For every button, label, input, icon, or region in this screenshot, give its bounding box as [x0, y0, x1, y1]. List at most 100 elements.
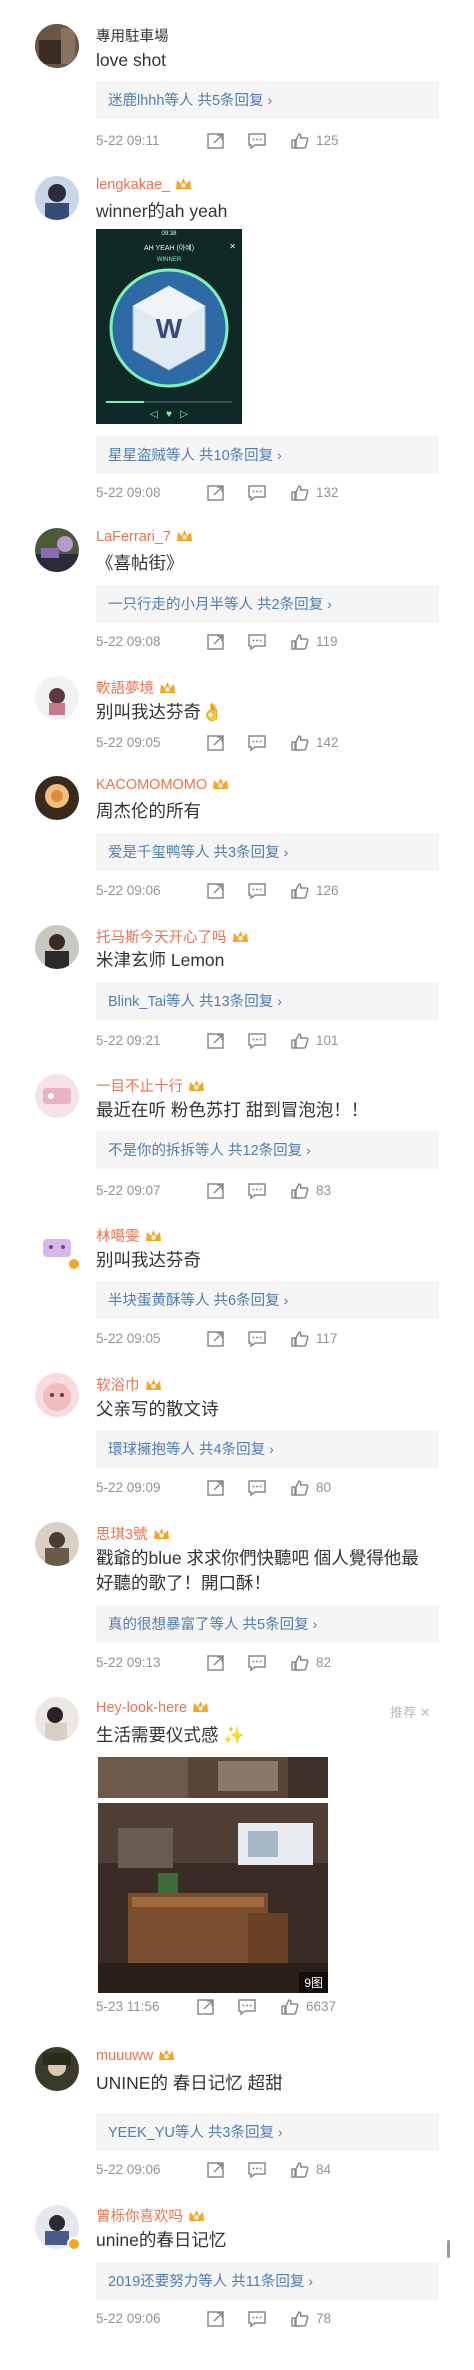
reply-count[interactable]: 等人 共3条回复 — [175, 2125, 274, 2141]
like-icon[interactable] — [290, 1654, 310, 1672]
replies-box[interactable]: 真的很想暴富了等人 共5条回复 › — [96, 1605, 439, 1643]
like-icon[interactable] — [290, 1032, 310, 1050]
like-count[interactable]: 6637 — [306, 1996, 336, 2018]
reply-author[interactable]: 環球擁抱 — [108, 1442, 166, 1458]
reply-count[interactable]: 等人 共11条回复 — [198, 2274, 304, 2290]
share-icon[interactable] — [206, 2161, 226, 2179]
username[interactable]: lengkakae_ — [96, 177, 192, 193]
avatar[interactable] — [35, 1373, 79, 1417]
username[interactable]: 林噶雯 — [96, 1225, 162, 1246]
username-text[interactable]: Hey-look-here — [96, 1700, 187, 1716]
comment-icon[interactable] — [247, 1032, 267, 1050]
username[interactable]: KACOMOMOMO — [96, 777, 229, 793]
like-icon[interactable] — [290, 1479, 310, 1497]
reply-author[interactable]: 2019还要努力 — [108, 2274, 198, 2290]
avatar[interactable] — [35, 925, 79, 969]
like-count[interactable]: 117 — [316, 1328, 338, 1350]
reply-author[interactable]: 爱是千玺鸭 — [108, 845, 181, 861]
scrollbar[interactable] — [447, 2240, 450, 2258]
like-count[interactable]: 125 — [316, 130, 339, 152]
avatar[interactable] — [35, 176, 79, 220]
share-icon[interactable] — [206, 633, 226, 651]
username-text[interactable]: KACOMOMOMO — [96, 777, 207, 793]
comment-icon[interactable] — [247, 734, 267, 752]
username[interactable]: LaFerrari_7 — [96, 529, 193, 545]
reply-author[interactable]: 半块蛋黄酥 — [108, 1293, 181, 1309]
attached-image-main[interactable]: 9图 — [98, 1803, 328, 1993]
like-icon[interactable] — [280, 1998, 300, 2016]
reply-count[interactable]: 等人 共5条回复 — [210, 1617, 309, 1633]
username[interactable]: 專用駐車場 — [96, 25, 169, 46]
comment-icon[interactable] — [247, 2310, 267, 2328]
replies-box[interactable]: 2019还要努力等人 共11条回复 › — [96, 2262, 439, 2300]
like-count[interactable]: 101 — [316, 1030, 339, 1052]
comment-icon[interactable] — [247, 132, 267, 150]
reply-author[interactable]: 星星盗贼 — [108, 448, 166, 464]
avatar[interactable] — [35, 676, 79, 720]
share-icon[interactable] — [206, 1182, 226, 1200]
share-icon[interactable] — [206, 1479, 226, 1497]
reply-author[interactable]: YEEK_YU — [108, 2125, 175, 2141]
like-count[interactable]: 132 — [316, 482, 339, 504]
avatar[interactable] — [35, 24, 79, 68]
comment-icon[interactable] — [247, 1330, 267, 1348]
share-icon[interactable] — [206, 484, 226, 502]
username-text[interactable]: lengkakae_ — [96, 177, 170, 193]
like-count[interactable]: 119 — [316, 631, 338, 653]
reply-count[interactable]: 等人 共4条回复 — [166, 1442, 265, 1458]
reply-count[interactable]: 等人 共12条回复 — [195, 1143, 302, 1159]
replies-box[interactable]: 一只行走的小月半等人 共2条回复 › — [96, 585, 439, 623]
replies-box[interactable]: 環球擁抱等人 共4条回复 › — [96, 1430, 439, 1468]
reply-author[interactable]: 不是你的拆拆 — [108, 1143, 195, 1159]
share-icon[interactable] — [206, 132, 226, 150]
reply-count[interactable]: 等人 共3条回复 — [181, 845, 280, 861]
username[interactable]: 软浴巾 — [96, 1374, 162, 1395]
share-icon[interactable] — [206, 1330, 226, 1348]
like-count[interactable]: 142 — [316, 732, 339, 754]
username-text[interactable]: 托马斯今天开心了吗 — [96, 930, 227, 946]
avatar[interactable] — [35, 2205, 81, 2251]
reply-count[interactable]: 等人 共13条回复 — [166, 994, 273, 1010]
username[interactable]: 軟語夢境 — [96, 677, 176, 698]
like-icon[interactable] — [290, 1330, 310, 1348]
reply-author[interactable]: Blink_Tai — [108, 994, 166, 1010]
replies-box[interactable]: YEEK_YU等人 共3条回复 › — [96, 2113, 439, 2151]
avatar[interactable] — [35, 528, 79, 572]
like-count[interactable]: 83 — [316, 1180, 331, 1202]
share-icon[interactable] — [206, 2310, 226, 2328]
username-text[interactable]: 思琪3號 — [96, 1527, 148, 1543]
reply-author[interactable]: 一只行走的小月半 — [108, 597, 224, 613]
avatar[interactable] — [35, 1697, 79, 1741]
reply-author[interactable]: 真的很想暴富了 — [108, 1617, 210, 1633]
avatar[interactable] — [35, 1225, 81, 1271]
like-icon[interactable] — [290, 132, 310, 150]
replies-box[interactable]: Blink_Tai等人 共13条回复 › — [96, 982, 439, 1020]
replies-box[interactable]: 迷鹿lhhh等人 共5条回复 › — [96, 81, 439, 119]
like-count[interactable]: 78 — [316, 2308, 331, 2330]
replies-box[interactable]: 不是你的拆拆等人 共12条回复 › — [96, 1131, 439, 1169]
replies-box[interactable]: 半块蛋黄酥等人 共6条回复 › — [96, 1281, 439, 1319]
username-text[interactable]: 曾栎你喜欢吗 — [96, 2209, 183, 2225]
username-text[interactable]: 軟語夢境 — [96, 681, 154, 697]
comment-icon[interactable] — [247, 633, 267, 651]
username[interactable]: Hey-look-here — [96, 1700, 209, 1716]
comment-icon[interactable] — [247, 1654, 267, 1672]
attached-image[interactable]: 09:38 AH YEAH (아예) ✕ W WINNER ◁ ♥ ▷ — [96, 229, 242, 424]
username-text[interactable]: 软浴巾 — [96, 1378, 140, 1394]
like-icon[interactable] — [290, 633, 310, 651]
comment-icon[interactable] — [237, 1998, 257, 2016]
username[interactable]: 曾栎你喜欢吗 — [96, 2205, 205, 2226]
username-text[interactable]: 林噶雯 — [96, 1229, 140, 1245]
like-icon[interactable] — [290, 734, 310, 752]
share-icon[interactable] — [206, 1032, 226, 1050]
replies-box[interactable]: 爱是千玺鸭等人 共3条回复 › — [96, 833, 439, 871]
recommend-dismiss[interactable]: 推荐 ✕ — [390, 1702, 431, 1721]
comment-icon[interactable] — [247, 882, 267, 900]
like-icon[interactable] — [290, 484, 310, 502]
share-icon[interactable] — [206, 734, 226, 752]
comment-icon[interactable] — [247, 1182, 267, 1200]
avatar[interactable] — [35, 2047, 79, 2091]
reply-author[interactable]: 迷鹿lhhh — [108, 93, 164, 109]
avatar[interactable] — [35, 776, 79, 820]
comment-icon[interactable] — [247, 1479, 267, 1497]
